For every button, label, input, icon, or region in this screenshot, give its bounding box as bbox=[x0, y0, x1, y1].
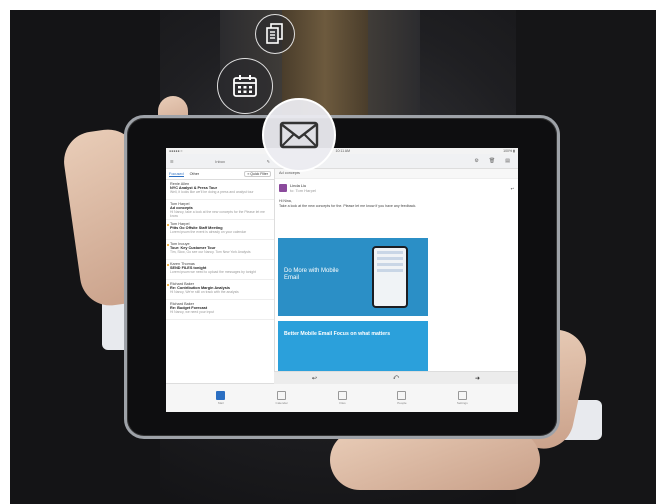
ad-banner-1: Do More with Mobile Email bbox=[278, 238, 428, 316]
calendar-icon bbox=[277, 391, 287, 400]
quick-filter-button[interactable]: ≡ Quick Filter bbox=[244, 171, 271, 177]
document-bubble bbox=[255, 14, 295, 54]
dock-label: Calendar bbox=[275, 401, 288, 405]
list-item[interactable]: Tom Harpel Ad concepts Hi Nancy, take a … bbox=[166, 200, 274, 220]
dock-people[interactable]: People bbox=[397, 391, 407, 405]
unread-dot bbox=[167, 264, 169, 266]
battery-indicator: 100% ▮ bbox=[503, 149, 515, 153]
list-item[interactable]: Tom Harpel Pitts Go Offsite Staff Meetin… bbox=[166, 220, 274, 240]
people-icon bbox=[397, 391, 407, 400]
trash-icon[interactable]: 🗑 bbox=[489, 158, 495, 164]
dock-label: Settings bbox=[456, 401, 468, 405]
mail-preview: Hi Nancy, we need your input bbox=[170, 310, 215, 314]
mail-icon bbox=[216, 391, 226, 400]
mail-preview: Lorem ipsum the event is already on your… bbox=[170, 230, 247, 234]
list-item[interactable]: Karen Thomas SEND FILES tonight Lorem ip… bbox=[166, 260, 274, 280]
reply-icon[interactable]: ↩ bbox=[312, 375, 317, 382]
document-icon bbox=[266, 23, 283, 44]
calendar-icon bbox=[233, 75, 257, 97]
dock-label: People bbox=[397, 401, 407, 405]
bottom-dock: Mail Calendar Files People Settings bbox=[166, 383, 518, 412]
mail-bubble bbox=[262, 98, 336, 172]
list-tabs: Focused Other ≡ Quick Filter bbox=[166, 169, 274, 180]
reply-all-icon[interactable]: ⤺ bbox=[393, 375, 399, 382]
panes: Focused Other ≡ Quick Filter Renie Allen… bbox=[166, 169, 518, 379]
list-item[interactable]: Richard Baker Re: Budget Forecast Hi Nan… bbox=[166, 300, 274, 320]
signal-indicator: ●●●●● ≈ bbox=[169, 149, 183, 153]
body-text: Take a look at the new concepts for the.… bbox=[279, 204, 417, 208]
list-item[interactable]: Tom Inouye Tour: Key Customer Tour Tim, … bbox=[166, 240, 274, 260]
mail-preview: Lorem ipsum we need to upload the messag… bbox=[170, 270, 256, 274]
reply-icon[interactable]: ↩ bbox=[511, 186, 514, 191]
reading-pane: Ad concepts Linda Liu to: Tom Harpel ↩ H… bbox=[275, 169, 518, 379]
unread-dot bbox=[167, 224, 169, 226]
top-toolbar: ☰ Inbox ✎ ⚙ 🗑 ▤ bbox=[166, 154, 518, 169]
reader-action-bar: ↩ ⤺ ➜ bbox=[274, 371, 518, 384]
compose-icon[interactable]: ✎ bbox=[267, 159, 270, 164]
settings-icon[interactable]: ⚙ bbox=[474, 158, 478, 164]
unread-dot bbox=[167, 284, 169, 286]
sender-block: Linda Liu to: Tom Harpel ↩ bbox=[275, 179, 518, 197]
calendar-bubble bbox=[217, 58, 273, 114]
tab-focused[interactable]: Focused bbox=[169, 172, 184, 177]
dock-label: Mail bbox=[218, 401, 224, 405]
folder-icon[interactable]: ▤ bbox=[505, 158, 510, 164]
file-icon bbox=[337, 391, 347, 400]
dock-label: Files bbox=[339, 401, 346, 405]
reader-folder: Ad concepts bbox=[275, 169, 518, 179]
message-body: Hi Nina, Take a look at the new concepts… bbox=[275, 197, 518, 211]
list-item[interactable]: Richard Baker Re: Contribution Margin An… bbox=[166, 280, 274, 300]
settings-icon bbox=[457, 391, 467, 400]
tablet-screen: ●●●●● ≈ 10:11 AM 100% ▮ ☰ Inbox ✎ ⚙ 🗑 ▤ … bbox=[166, 148, 518, 412]
recipient-line: to: Tom Harpel bbox=[290, 188, 316, 193]
dock-settings[interactable]: Settings bbox=[457, 391, 468, 405]
banner1-text: Do More with Mobile Email bbox=[284, 268, 339, 281]
lower-hand bbox=[330, 430, 540, 490]
dock-calendar[interactable]: Calendar bbox=[276, 391, 288, 405]
mail-preview: Hi Nancy, take a look at the new concept… bbox=[170, 210, 265, 218]
mail-preview: Well, it looks like we'll be doing a pre… bbox=[170, 190, 254, 194]
message-list: Focused Other ≡ Quick Filter Renie Allen… bbox=[166, 169, 275, 379]
phone-illustration bbox=[372, 246, 408, 308]
mail-icon bbox=[279, 121, 319, 149]
avatar bbox=[279, 184, 287, 192]
list-title: Inbox bbox=[215, 158, 226, 164]
mail-preview: Tim, Slow, Go see our Nancy. Tom New Yor… bbox=[170, 250, 251, 254]
dock-mail[interactable]: Mail bbox=[216, 391, 226, 405]
clock: 10:11 AM bbox=[335, 149, 351, 153]
list-header: ☰ Inbox ✎ bbox=[166, 159, 274, 164]
menu-icon[interactable]: ☰ bbox=[170, 159, 174, 164]
list-item[interactable]: Renie Allen NYC Analyst & Press Tour Wel… bbox=[166, 180, 274, 200]
tab-other[interactable]: Other bbox=[190, 172, 200, 176]
banner2-text: Better Mobile Email Focus on what matter… bbox=[284, 331, 391, 337]
unread-dot bbox=[167, 244, 169, 246]
mail-preview: Hi Nancy, We're still on track with the … bbox=[170, 290, 239, 294]
dock-files[interactable]: Files bbox=[337, 391, 347, 405]
forward-icon[interactable]: ➜ bbox=[475, 375, 480, 382]
